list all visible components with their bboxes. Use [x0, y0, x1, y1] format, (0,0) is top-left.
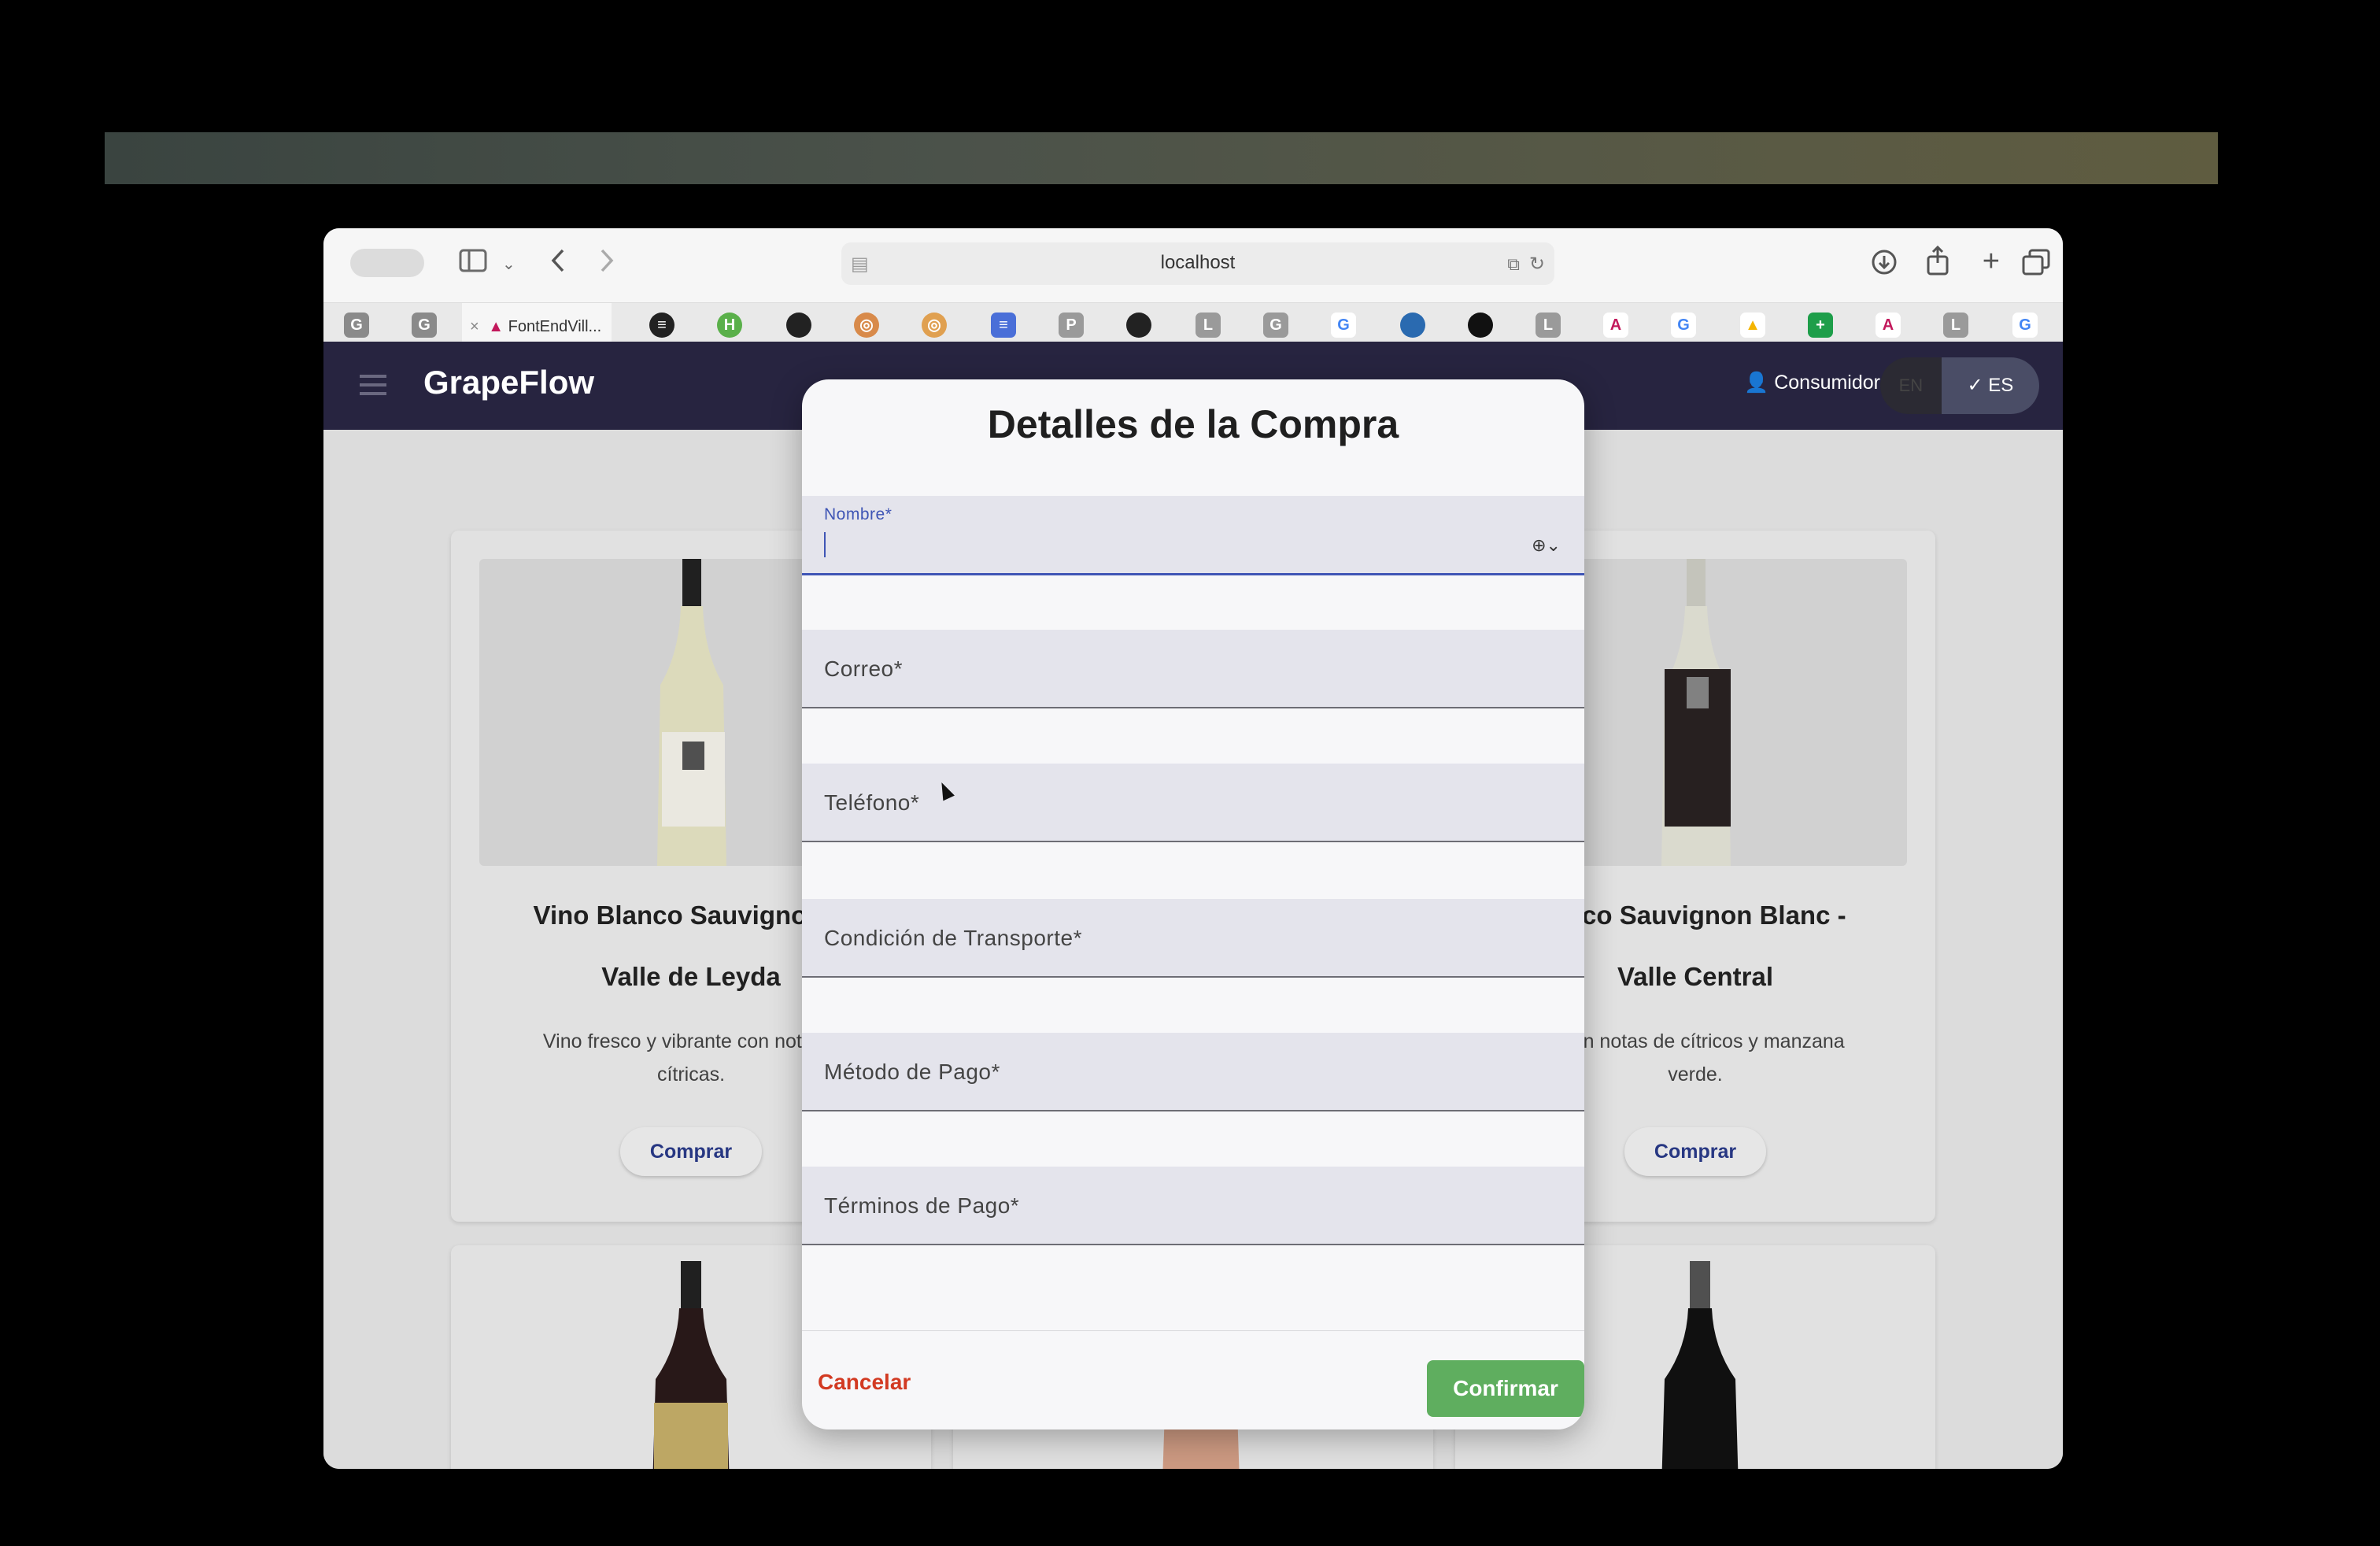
- transporte-field[interactable]: Condición de Transporte*: [802, 899, 1584, 978]
- tab-favicon[interactable]: ≡: [649, 313, 674, 338]
- reload-icon[interactable]: ↻: [1529, 249, 1545, 280]
- text-caret: [824, 532, 826, 557]
- profile-toggle-button[interactable]: [350, 249, 424, 277]
- tab-favicon[interactable]: [1400, 313, 1425, 338]
- angular-icon[interactable]: A: [1876, 313, 1901, 338]
- terminos-pago-label: Términos de Pago*: [824, 1193, 1020, 1218]
- menu-icon[interactable]: [360, 375, 386, 401]
- tab-title: FontEndVill...: [508, 318, 602, 335]
- confirm-button[interactable]: Confirmar: [1427, 1360, 1584, 1417]
- tab-favicon[interactable]: ◎: [854, 313, 879, 338]
- correo-field[interactable]: Correo*: [802, 630, 1584, 708]
- tab-favicon[interactable]: H: [717, 313, 742, 338]
- back-icon[interactable]: [550, 247, 566, 274]
- tab-favicon[interactable]: [1468, 313, 1493, 338]
- correo-label: Correo*: [824, 656, 903, 681]
- language-toggle[interactable]: EN ✓ ES: [1880, 357, 2039, 414]
- drive-icon[interactable]: ▲: [1740, 313, 1765, 338]
- user-menu[interactable]: 👤 Consumidor: [1744, 372, 1880, 394]
- chevron-down-icon[interactable]: ⌄: [502, 249, 516, 280]
- metodo-pago-label: Método de Pago*: [824, 1060, 1000, 1084]
- metodo-pago-field[interactable]: Método de Pago*: [802, 1033, 1584, 1111]
- tab-favicon[interactable]: L: [1536, 313, 1561, 338]
- telefono-field[interactable]: Teléfono*: [802, 764, 1584, 842]
- dialog-title: Detalles de la Compra: [987, 402, 1399, 446]
- cancel-button[interactable]: Cancelar: [818, 1370, 911, 1395]
- github-icon[interactable]: [1126, 313, 1151, 338]
- brand-title: GrapeFlow: [423, 364, 595, 401]
- user-icon: 👤: [1744, 372, 1769, 394]
- tab-favicon[interactable]: P: [1059, 313, 1084, 338]
- google-icon[interactable]: G: [1671, 313, 1696, 338]
- autofill-contact-icon[interactable]: ⊕⌄: [1532, 535, 1561, 556]
- url-text: localhost: [1160, 252, 1236, 273]
- sidebar-icon[interactable]: [459, 249, 487, 272]
- check-icon: ✓: [1967, 375, 1983, 396]
- google-icon[interactable]: G: [1331, 313, 1356, 338]
- github-icon[interactable]: [786, 313, 811, 338]
- tab-overview-icon[interactable]: [2022, 249, 2050, 276]
- lang-en-button[interactable]: EN: [1880, 357, 1942, 414]
- new-tab-icon[interactable]: +: [1983, 246, 2000, 277]
- user-label: Consumidor: [1774, 372, 1880, 394]
- terminos-pago-field[interactable]: Términos de Pago*: [802, 1167, 1584, 1245]
- tab-favicon[interactable]: G: [412, 313, 437, 338]
- browser-toolbar: ⌄ ▤ localhost ⧉ ↻ +: [323, 228, 2063, 302]
- close-icon[interactable]: ×: [470, 318, 479, 335]
- purchase-dialog: Detalles de la Compra Nombre* ⊕⌄ Correo*…: [802, 379, 1584, 1429]
- tab-favicon[interactable]: ◎: [922, 313, 947, 338]
- docs-icon[interactable]: ≡: [991, 313, 1016, 338]
- sheets-icon[interactable]: +: [1808, 313, 1833, 338]
- angular-icon: ▲: [488, 318, 504, 335]
- tab-favicon[interactable]: L: [1196, 313, 1221, 338]
- tab-favicon[interactable]: G: [1263, 313, 1288, 338]
- download-icon[interactable]: [1871, 249, 1898, 276]
- google-icon[interactable]: G: [2012, 313, 2038, 338]
- transporte-label: Condición de Transporte*: [824, 926, 1082, 950]
- angular-icon[interactable]: A: [1603, 313, 1628, 338]
- share-icon[interactable]: [1926, 246, 1949, 276]
- nombre-field[interactable]: Nombre* ⊕⌄: [802, 496, 1584, 575]
- tab-favicon[interactable]: L: [1943, 313, 1968, 338]
- nombre-label: Nombre*: [824, 505, 893, 523]
- lang-es-button[interactable]: ✓ ES: [1941, 357, 2039, 414]
- tab-favicon[interactable]: G: [344, 313, 369, 338]
- forward-icon[interactable]: [599, 247, 615, 274]
- translate-icon[interactable]: ⧉: [1507, 249, 1520, 280]
- dialog-divider: [802, 1330, 1584, 1331]
- telefono-label: Teléfono*: [824, 790, 920, 815]
- macos-menubar: [105, 132, 2218, 184]
- address-bar[interactable]: ▤ localhost ⧉ ↻: [841, 242, 1554, 285]
